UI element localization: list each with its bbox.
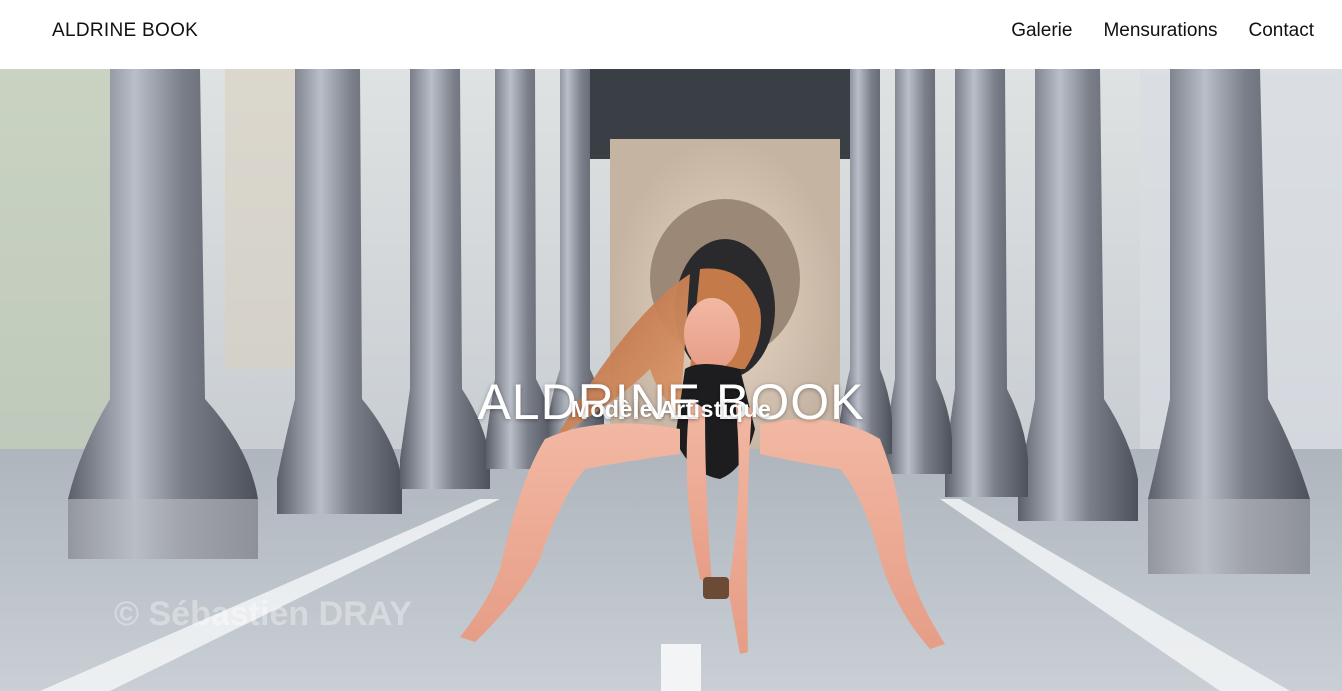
brand-logo-link[interactable]: ALDRINE BOOK	[52, 19, 198, 43]
main-nav: Galerie Mensurations Contact	[1011, 19, 1314, 43]
hero-subtitle: Modèle Artistique	[570, 396, 772, 422]
nav-item-galerie[interactable]: Galerie	[1011, 19, 1072, 43]
site-header: ALDRINE BOOK Galerie Mensurations Contac…	[0, 0, 1342, 69]
nav-item-mensurations[interactable]: Mensurations	[1103, 19, 1217, 43]
photo-credit-watermark: © Sébastien DRAY	[114, 595, 412, 633]
nav-item-contact[interactable]: Contact	[1249, 19, 1314, 43]
hero-banner: © Sébastien DRAY ALDRINE BOOK Modèle Art…	[0, 69, 1342, 691]
